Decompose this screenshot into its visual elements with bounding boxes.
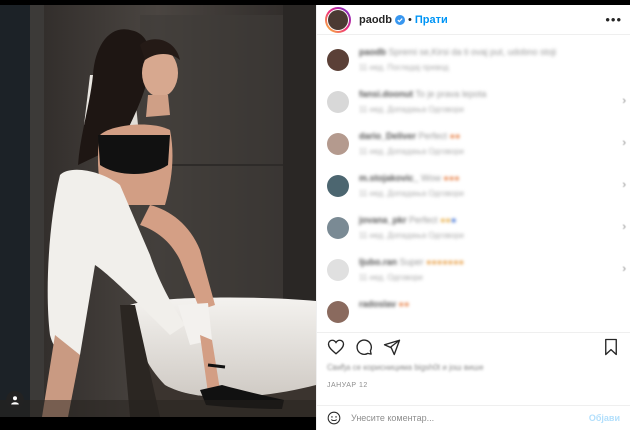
bookmark-icon[interactable] [602, 338, 620, 356]
comment-list: paodb Spremi se,Kirsi da ti ovaj put, ud… [317, 43, 630, 325]
comment-meta: 11 нед. Одговори [359, 273, 423, 282]
comment-username[interactable]: radoslav [359, 299, 396, 309]
avatar[interactable] [327, 259, 349, 281]
list-item: jovana_pkr Perfect ●●● 11 нед. Допадања … [317, 211, 630, 253]
comment-text: Perfect [418, 131, 448, 141]
avatar[interactable] [327, 49, 349, 71]
comment-meta: 11 нед. Допадања Одговори [359, 147, 464, 156]
comment-username[interactable]: m.stojakovic_ [359, 173, 419, 183]
avatar[interactable] [327, 133, 349, 155]
heart-icon[interactable] [327, 338, 345, 356]
comment-text: To je prava lepota [415, 89, 487, 99]
header-separator: • [408, 13, 412, 26]
comment-meta: 11 нед. Допадања Одговори [359, 105, 464, 114]
list-item: fansi.doonut To je prava lepota 11 нед. … [317, 85, 630, 127]
avatar[interactable] [325, 6, 351, 33]
comment-meta: 11 нед. Допадања Одговори [359, 189, 464, 198]
emoji-icon[interactable] [327, 411, 341, 425]
likes-text[interactable]: Свиђа се корисницима bigsh0t и још више [327, 363, 620, 372]
comment-text: Wow [421, 173, 441, 183]
comment-username[interactable]: jovana_pkr [359, 215, 407, 225]
list-item: m.stojakovic_ Wow ●●● 11 нед. Допадања О… [317, 169, 630, 211]
comment-meta: 11 нед. Допадања Одговори [359, 231, 464, 240]
chevron-right-icon[interactable]: › [622, 221, 626, 233]
avatar[interactable] [327, 301, 349, 323]
list-item: ljubo.ran Super ●●●●●●● 11 нед. Одговори… [317, 253, 630, 295]
comment-text: Spremi se,Kirsi da ti ovaj put, udobno s… [388, 47, 557, 57]
post-date[interactable]: ЈАНУАР 12 [327, 382, 368, 389]
more-options-button[interactable]: ••• [605, 12, 622, 27]
user-tag-icon[interactable] [6, 391, 24, 409]
follow-button[interactable]: Прати [415, 14, 448, 26]
comment-username[interactable]: dario_Deliver [359, 131, 416, 141]
comment-icon[interactable] [355, 338, 373, 356]
comment-username[interactable]: fansi.doonut [359, 89, 413, 99]
chevron-right-icon[interactable]: › [622, 95, 626, 107]
post-username[interactable]: paodb [359, 14, 392, 26]
comment-text: Perfect [409, 215, 438, 225]
action-bar [317, 332, 630, 360]
share-icon[interactable] [383, 338, 401, 356]
comment-text: Super [399, 257, 424, 267]
avatar[interactable] [327, 217, 349, 239]
comment-username[interactable]: ljubo.ran [359, 257, 397, 267]
comment-composer: Објави [317, 405, 630, 430]
post-photo[interactable] [0, 5, 316, 417]
comment-meta: 11 нед. Погледај превод [359, 63, 449, 72]
post-modal: paodb • Прати ••• paodb Spremi se,Kirsi … [0, 0, 630, 430]
comment-username[interactable]: paodb [359, 47, 386, 57]
chevron-right-icon[interactable]: › [622, 179, 626, 191]
avatar[interactable] [327, 91, 349, 113]
list-item: dario_Deliver Perfect ●● 11 нед. Допадањ… [317, 127, 630, 169]
chevron-right-icon[interactable]: › [622, 137, 626, 149]
avatar[interactable] [327, 175, 349, 197]
verified-icon [395, 14, 405, 25]
list-item: radoslav ●● [317, 295, 630, 325]
photo-image [0, 5, 316, 417]
list-item: paodb Spremi se,Kirsi da ti ovaj put, ud… [317, 43, 630, 85]
post-header: paodb • Прати ••• [317, 5, 630, 35]
chevron-right-icon[interactable]: › [622, 263, 626, 275]
post-comment-button[interactable]: Објави [589, 413, 620, 423]
post-sidebar: paodb • Прати ••• paodb Spremi se,Kirsi … [316, 5, 630, 430]
comment-input[interactable] [351, 413, 571, 423]
